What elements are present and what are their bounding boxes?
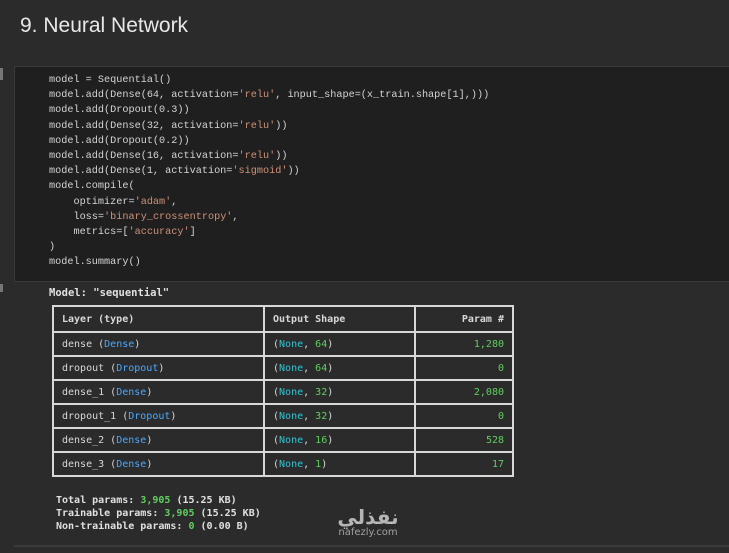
layer-cell: dropout_1 (Dropout) xyxy=(52,403,265,429)
layer-cell: dropout (Dropout) xyxy=(52,355,265,381)
param-count-cell: 1,280 xyxy=(414,331,514,357)
layer-cell: dense_1 (Dense) xyxy=(52,379,265,405)
output-shape-cell: (None, 32) xyxy=(263,379,416,405)
table-row: dense (Dense) (None, 64) 1,280 xyxy=(52,331,514,357)
output-shape-cell: (None, 1) xyxy=(263,451,416,477)
header-param-count: Param # xyxy=(414,305,514,333)
cell-gutter-marker[interactable] xyxy=(0,68,3,80)
output-gutter-marker[interactable] xyxy=(0,284,3,292)
param-count-cell: 2,080 xyxy=(414,379,514,405)
code-line: model.add(Dropout(0.2)) xyxy=(49,135,190,147)
param-count-cell: 17 xyxy=(414,451,514,477)
table-row: dropout_1 (Dropout) (None, 32) 0 xyxy=(52,403,514,429)
code-line: model.compile( xyxy=(49,181,135,193)
code-line: model.add(Dropout(0.3)) xyxy=(49,105,190,117)
output-shape-cell: (None, 16) xyxy=(263,427,416,453)
code-editor[interactable]: model = Sequential() model.add(Dense(64,… xyxy=(49,73,489,271)
code-line: model.summary() xyxy=(49,257,141,269)
code-line: optimizer='adam', xyxy=(49,196,178,208)
code-line: metrics=['accuracy'] xyxy=(49,227,196,239)
model-summary-title: Model: "sequential" xyxy=(49,287,170,299)
layer-cell: dense_3 (Dense) xyxy=(52,451,265,477)
model-summary-table: Layer (type) Output Shape Param # dense … xyxy=(52,305,514,477)
table-header-row: Layer (type) Output Shape Param # xyxy=(52,305,514,333)
output-shape-cell: (None, 64) xyxy=(263,331,416,357)
trainable-params-line: Trainable params: 3,905 (15.25 KB) xyxy=(56,508,261,519)
non-trainable-params-line: Non-trainable params: 0 (0.00 B) xyxy=(56,521,249,532)
param-count-cell: 0 xyxy=(414,355,514,381)
param-count-cell: 0 xyxy=(414,403,514,429)
total-params-line: Total params: 3,905 (15.25 KB) xyxy=(56,495,237,506)
code-line: loss='binary_crossentropy', xyxy=(49,211,239,223)
header-layer: Layer (type) xyxy=(52,305,265,333)
header-output-shape: Output Shape xyxy=(263,305,416,333)
table-row: dense_1 (Dense) (None, 32) 2,080 xyxy=(52,379,514,405)
code-line: model = Sequential() xyxy=(49,75,172,86)
param-totals: Total params: 3,905 (15.25 KB) Trainable… xyxy=(56,494,261,533)
code-line: model.add(Dense(64, activation='relu', i… xyxy=(49,90,490,102)
code-line: model.add(Dense(32, activation='relu')) xyxy=(49,120,288,132)
code-line: ) xyxy=(49,242,56,254)
next-cell-divider xyxy=(14,545,729,547)
output-shape-cell: (None, 64) xyxy=(263,355,416,381)
table-row: dropout (Dropout) (None, 64) 0 xyxy=(52,355,514,381)
code-line: model.add(Dense(16, activation='relu')) xyxy=(49,151,288,163)
output-shape-cell: (None, 32) xyxy=(263,403,416,429)
param-count-cell: 528 xyxy=(414,427,514,453)
table-row: dense_3 (Dense) (None, 1) 17 xyxy=(52,451,514,477)
layer-cell: dense_2 (Dense) xyxy=(52,427,265,453)
watermark-logo: نفذلي nafezly.com xyxy=(337,505,399,538)
table-row: dense_2 (Dense) (None, 16) 528 xyxy=(52,427,514,453)
layer-cell: dense (Dense) xyxy=(52,331,265,357)
section-heading: 9. Neural Network xyxy=(20,14,189,37)
code-line: model.add(Dense(1, activation='sigmoid')… xyxy=(49,166,300,178)
